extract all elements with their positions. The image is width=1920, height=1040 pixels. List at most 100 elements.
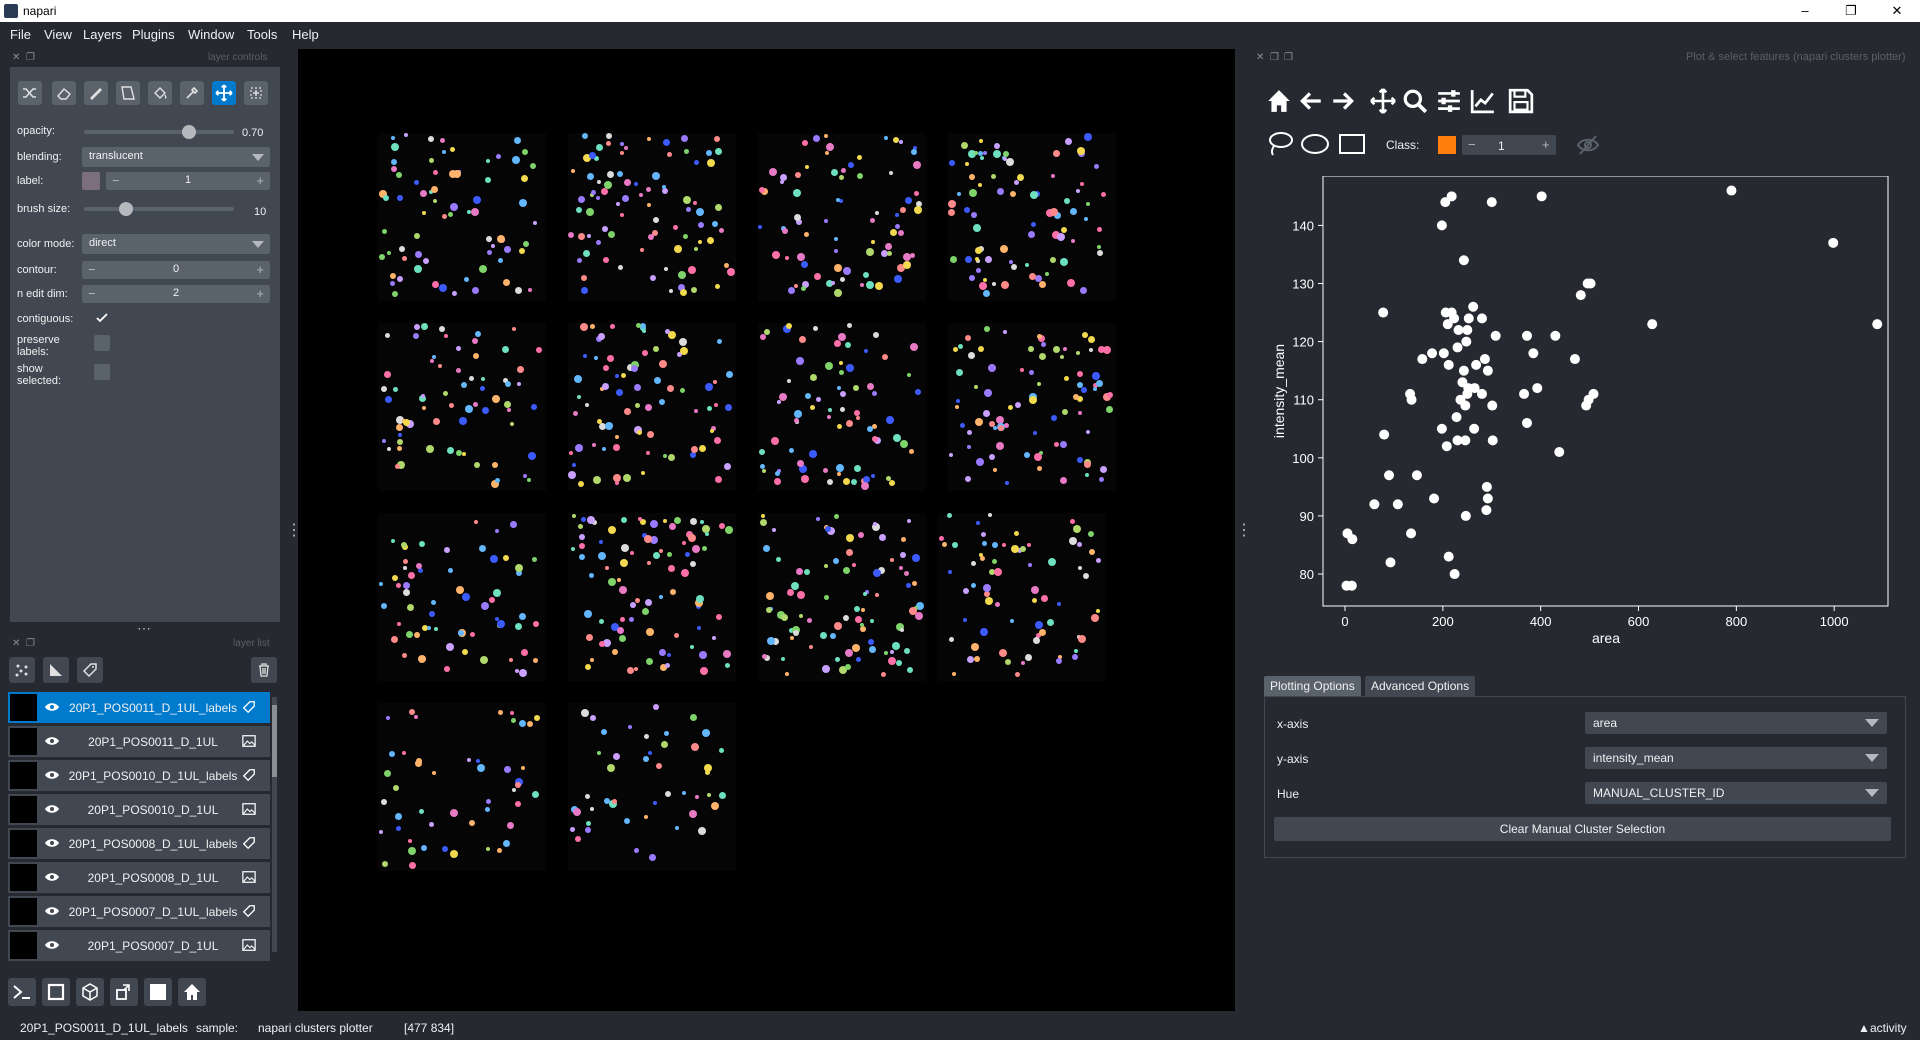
- viewer-canvas[interactable]: [298, 49, 1235, 1011]
- preserve-labels-checkbox[interactable]: [94, 335, 110, 351]
- minus-icon[interactable]: −: [1468, 137, 1476, 152]
- save-icon[interactable]: [1508, 88, 1534, 114]
- menu-layers[interactable]: Layers: [83, 27, 122, 42]
- brush-size-slider-handle[interactable]: [119, 202, 133, 216]
- plus-icon[interactable]: +: [256, 286, 264, 301]
- roll-dims-button[interactable]: [76, 978, 104, 1006]
- ndisplay-button[interactable]: [42, 978, 70, 1006]
- eye-icon[interactable]: [44, 802, 60, 816]
- home-button[interactable]: [178, 978, 206, 1006]
- layer-controls-header: layer controls: [208, 52, 268, 63]
- layer-row[interactable]: 20P1_POS0011_D_1UL_labels: [8, 692, 270, 723]
- lasso-icon[interactable]: [1266, 131, 1294, 157]
- delete-layer-button[interactable]: [251, 657, 277, 683]
- dock-float-icon[interactable]: ❐: [26, 638, 35, 649]
- label-spinbox[interactable]: − 1 +: [106, 172, 270, 190]
- erase-button[interactable]: [52, 81, 76, 105]
- class-color-swatch[interactable]: [1438, 136, 1456, 154]
- edit-axis-icon[interactable]: [1470, 88, 1496, 114]
- splitter-handle[interactable]: ⋯: [137, 620, 151, 637]
- nucleus-label: [473, 353, 479, 359]
- menu-plugins[interactable]: Plugins: [132, 27, 175, 42]
- plus-icon[interactable]: +: [1542, 137, 1550, 152]
- pan-zoom-button[interactable]: [212, 81, 236, 105]
- maximize-button[interactable]: ❐: [1828, 0, 1874, 22]
- eye-icon[interactable]: [44, 938, 60, 952]
- console-button[interactable]: [8, 978, 36, 1006]
- new-points-layer-button[interactable]: [9, 657, 35, 683]
- zoom-icon[interactable]: [1402, 88, 1428, 114]
- rectangle-select-icon[interactable]: [1339, 134, 1365, 154]
- eye-icon[interactable]: [44, 904, 60, 918]
- hide-eye-icon[interactable]: [1576, 134, 1600, 156]
- ellipse-select-icon[interactable]: [1300, 133, 1330, 155]
- menu-view[interactable]: View: [44, 27, 72, 42]
- opacity-slider[interactable]: [84, 130, 234, 134]
- hue-dropdown[interactable]: MANUAL_CLUSTER_ID: [1585, 782, 1887, 804]
- blending-dropdown[interactable]: translucent: [82, 147, 270, 167]
- minimize-button[interactable]: –: [1782, 0, 1828, 22]
- show-selected-checkbox[interactable]: [94, 364, 110, 380]
- dock-close-icon[interactable]: ✕: [12, 52, 20, 63]
- layer-row[interactable]: 20P1_POS0011_D_1UL: [8, 726, 270, 757]
- label-color-swatch[interactable]: [82, 172, 100, 190]
- transform-button[interactable]: [244, 81, 268, 105]
- opacity-slider-handle[interactable]: [182, 125, 196, 139]
- menu-file[interactable]: File: [10, 27, 31, 42]
- layer-row[interactable]: 20P1_POS0007_D_1UL_labels: [8, 896, 270, 927]
- scatter-point: [1443, 359, 1454, 370]
- nucleus-label: [781, 657, 785, 661]
- pick-color-button[interactable]: [180, 81, 204, 105]
- new-shapes-layer-button[interactable]: [43, 657, 69, 683]
- right-splitter-handle[interactable]: ⋮: [1236, 520, 1252, 540]
- clear-manual-cluster-selection-button[interactable]: Clear Manual Cluster Selection: [1274, 817, 1891, 841]
- eye-icon[interactable]: [44, 768, 60, 782]
- color-mode-dropdown[interactable]: direct: [82, 234, 270, 254]
- paint-button[interactable]: [84, 81, 108, 105]
- layer-row[interactable]: 20P1_POS0007_D_1UL: [8, 930, 270, 961]
- eye-icon[interactable]: [44, 734, 60, 748]
- activity-chevron-icon[interactable]: ▲: [1858, 1021, 1870, 1035]
- close-window-button[interactable]: ✕: [1874, 0, 1920, 22]
- dock-close-icon[interactable]: ✕: [12, 638, 20, 649]
- pan-icon[interactable]: [1370, 88, 1396, 114]
- menu-help[interactable]: Help: [292, 27, 319, 42]
- tab-plotting-options[interactable]: Plotting Options: [1264, 676, 1361, 696]
- grid-view-button[interactable]: [144, 978, 172, 1006]
- eye-icon[interactable]: [44, 836, 60, 850]
- dock-float-icon[interactable]: ❐: [1270, 52, 1279, 63]
- dock-detach-icon[interactable]: ❐: [1284, 52, 1293, 63]
- dock-close-icon[interactable]: ✕: [1256, 52, 1264, 63]
- forward-arrow-icon[interactable]: [1330, 88, 1356, 114]
- layer-row[interactable]: 20P1_POS0008_D_1UL_labels: [8, 828, 270, 859]
- back-arrow-icon[interactable]: [1298, 88, 1324, 114]
- contour-spinbox[interactable]: − 0 +: [82, 261, 270, 279]
- layer-row[interactable]: 20P1_POS0010_D_1UL_labels: [8, 760, 270, 791]
- x-axis-dropdown[interactable]: area: [1585, 712, 1887, 734]
- tab-advanced-options[interactable]: Advanced Options: [1365, 676, 1476, 696]
- shuffle-colors-button[interactable]: [18, 81, 42, 105]
- home-icon[interactable]: [1266, 88, 1292, 114]
- menu-window[interactable]: Window: [188, 27, 234, 42]
- brush-size-slider[interactable]: [84, 207, 234, 211]
- contiguous-checkbox[interactable]: [94, 310, 110, 326]
- status-activity[interactable]: activity: [1870, 1021, 1907, 1035]
- layer-row[interactable]: 20P1_POS0008_D_1UL: [8, 862, 270, 893]
- plus-icon[interactable]: +: [256, 173, 264, 188]
- layer-row[interactable]: 20P1_POS0010_D_1UL: [8, 794, 270, 825]
- plus-icon[interactable]: +: [256, 262, 264, 277]
- dock-float-icon[interactable]: ❐: [26, 52, 35, 63]
- layer-list-scroll-thumb[interactable]: [272, 705, 277, 777]
- eye-icon[interactable]: [44, 870, 60, 884]
- eye-icon[interactable]: [44, 700, 60, 714]
- class-spinbox[interactable]: − 1 +: [1462, 135, 1556, 155]
- fill-button[interactable]: [148, 81, 172, 105]
- y-axis-dropdown[interactable]: intensity_mean: [1585, 747, 1887, 769]
- configure-subplots-icon[interactable]: [1436, 88, 1462, 114]
- scatter-plot[interactable]: 0 200 400 600 800 1000 80 90 100 110 120 130 140 ar…: [1266, 176, 1896, 651]
- new-labels-layer-button[interactable]: [77, 657, 103, 683]
- polygon-button[interactable]: [116, 81, 140, 105]
- n-edit-dim-spinbox[interactable]: − 2 +: [82, 285, 270, 303]
- transpose-button[interactable]: [110, 978, 138, 1006]
- menu-tools[interactable]: Tools: [247, 27, 277, 42]
